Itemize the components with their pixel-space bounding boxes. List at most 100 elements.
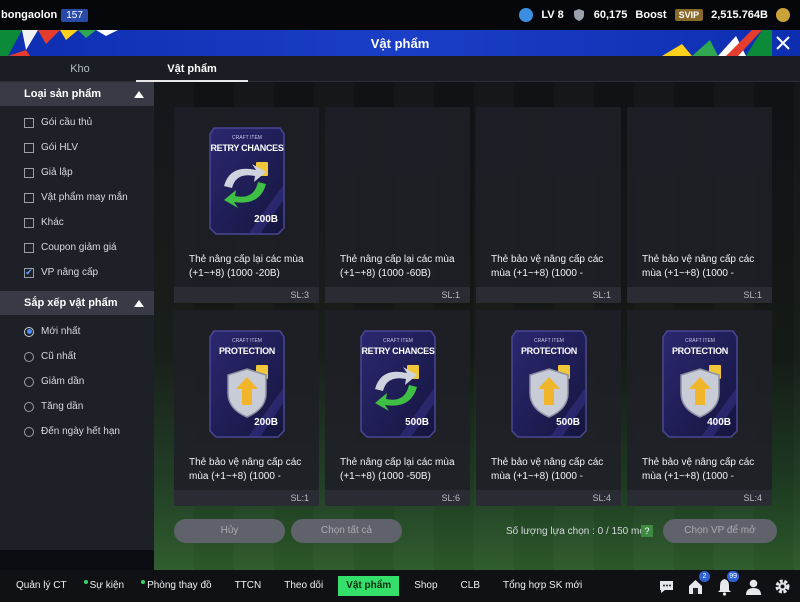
help-button[interactable]: ?: [641, 525, 653, 537]
nav-item[interactable]: Quản lý CT: [8, 576, 75, 596]
profile-icon[interactable]: [744, 577, 763, 596]
notification-dot-icon: [83, 580, 88, 584]
item-quantity: SL:1: [174, 490, 319, 506]
item-card[interactable]: Thẻ bảo vệ nâng cấp các mùa (+1~+8) (100…: [476, 107, 621, 303]
product-type-header[interactable]: Loại sản phẩm: [0, 82, 154, 106]
status-bar: bongaolon 157 LV 8 60,175 Boost SVIP 2,5…: [0, 0, 800, 30]
product-filter-item[interactable]: Vật phẩm may mắn: [0, 185, 154, 210]
item-art-subtitle: CRAFT ITEM: [383, 338, 413, 344]
item-art-subtitle: CRAFT ITEM: [685, 338, 715, 344]
item-art-subtitle: CRAFT ITEM: [232, 338, 262, 344]
nav-item-label: Sự kiện: [89, 580, 125, 591]
chat-icon[interactable]: [657, 577, 676, 596]
tab-bar: Kho Vật phẩm: [0, 56, 800, 82]
product-filter-list: Gói cầu thủ Gói HLV Giả lập Vật phẩm may mắ…: [0, 106, 154, 291]
sort-header[interactable]: Sắp xếp vật phẩm: [0, 291, 154, 315]
select-all-button[interactable]: Chọn tất cả: [291, 519, 402, 543]
nav-item[interactable]: CLB: [453, 576, 488, 596]
item-quantity: SL:4: [476, 490, 621, 506]
product-filter-item[interactable]: Gói cầu thủ: [0, 110, 154, 135]
item-art-price: 500B: [556, 417, 580, 428]
item-card[interactable]: Thẻ nâng cấp lại các mùa (+1~+8) (1000 -…: [325, 107, 470, 303]
filter-label: Vật phẩm may mắn: [41, 192, 128, 203]
checkbox-icon[interactable]: [24, 167, 34, 178]
checkbox-icon[interactable]: [24, 242, 34, 253]
nav-item[interactable]: Sự kiện: [82, 576, 133, 596]
filter-label: Gói HLV: [41, 142, 79, 153]
tab-items[interactable]: Vật phẩm: [136, 56, 248, 82]
nav-item-label: Vật phẩm: [346, 580, 392, 591]
radio-icon[interactable]: [24, 401, 34, 412]
radio-selected-icon[interactable]: [24, 326, 34, 337]
filter-label: Giả lập: [41, 167, 73, 178]
item-name: Thẻ bảo vệ nâng cấp các mùa (+1~+8) (100…: [642, 254, 755, 279]
radio-icon[interactable]: [24, 426, 34, 437]
shield-points-icon: [572, 8, 586, 22]
checkbox-icon[interactable]: [24, 217, 34, 228]
nav-item[interactable]: Shop: [406, 576, 445, 596]
cancel-button[interactable]: Hủy: [174, 519, 285, 543]
item-art-type: RETRY CHANCES: [210, 143, 284, 153]
checkbox-icon[interactable]: [24, 142, 34, 153]
product-filter-item[interactable]: Khác: [0, 210, 154, 235]
item-art-type: PROTECTION: [671, 346, 728, 356]
svip-badge: SVIP: [674, 9, 704, 21]
item-artwork: CRAFT ITEM PROTECTION 400B: [661, 327, 739, 439]
item-card[interactable]: CRAFT ITEM RETRY CHANCES 200B Thẻ nâng cấp …: [174, 107, 319, 303]
filter-sidebar: Loại sản phẩm Gói cầu thủ Gói HLV Giả lập V…: [0, 82, 154, 550]
item-name: Thẻ bảo vệ nâng cấp các mùa (+1~+8) (100…: [642, 457, 755, 482]
nav-item[interactable]: Phòng thay đồ: [139, 576, 220, 596]
sort-option-item[interactable]: Tăng dần: [0, 394, 154, 419]
item-art-price: 500B: [405, 417, 429, 428]
item-art-price: 400B: [707, 417, 731, 428]
sort-option-item[interactable]: Giảm dần: [0, 369, 154, 394]
radio-icon[interactable]: [24, 376, 34, 387]
close-icon: [776, 36, 790, 50]
radio-icon[interactable]: [24, 351, 34, 362]
product-filter-item[interactable]: Coupon giảm giá: [0, 235, 154, 260]
sort-option-item[interactable]: Mới nhất: [0, 319, 154, 344]
nav-item[interactable]: Theo dõi: [276, 576, 331, 596]
product-filter-item[interactable]: Gói HLV: [0, 135, 154, 160]
sort-option-item[interactable]: Cũ nhất: [0, 344, 154, 369]
item-art-subtitle: CRAFT ITEM: [232, 135, 262, 141]
checkbox-checked-icon[interactable]: ✔: [24, 267, 34, 278]
item-quantity: SL:1: [476, 287, 621, 303]
bottom-navigation: Quản lý CT Sự kiện Phòng thay đồ TTCN Theo d…: [0, 570, 800, 602]
close-button[interactable]: [770, 30, 796, 56]
item-card[interactable]: CRAFT ITEM RETRY CHANCES 500B Thẻ nâng cấp …: [325, 310, 470, 506]
nav-item[interactable]: Vật phẩm: [338, 576, 400, 596]
nav-item-label: Shop: [414, 580, 438, 591]
product-filter-item[interactable]: Giả lập: [0, 160, 154, 185]
checkbox-icon[interactable]: [24, 117, 34, 128]
mailbox-icon[interactable]: 2: [686, 570, 710, 596]
item-quantity: SL:1: [325, 287, 470, 303]
item-card[interactable]: Thẻ bảo vệ nâng cấp các mùa (+1~+8) (100…: [627, 107, 772, 303]
product-filter-item[interactable]: ✔ VP nâng cấp: [0, 260, 154, 285]
balance-text: 2,515.764B: [711, 9, 768, 21]
item-quantity: SL:1: [627, 287, 772, 303]
item-quantity: SL:6: [325, 490, 470, 506]
item-card[interactable]: CRAFT ITEM PROTECTION 200B Thẻ bảo vệ nâng …: [174, 310, 319, 506]
tab-storage[interactable]: Kho: [24, 56, 136, 81]
item-artwork: CRAFT ITEM PROTECTION 500B: [510, 327, 588, 439]
settings-gear-icon[interactable]: [773, 577, 792, 596]
nav-item[interactable]: Tổng hợp SK mới: [495, 576, 590, 596]
item-grid: CRAFT ITEM RETRY CHANCES 200B Thẻ nâng cấp …: [174, 107, 778, 506]
sort-option-label: Cũ nhất: [41, 351, 77, 362]
sort-option-item[interactable]: Đến ngày hết hạn: [0, 419, 154, 444]
checkbox-icon[interactable]: [24, 192, 34, 203]
bell-icon[interactable]: 99: [715, 570, 739, 596]
item-card[interactable]: CRAFT ITEM PROTECTION 400B Thẻ bảo vệ nâng …: [627, 310, 772, 506]
boost-label[interactable]: Boost: [635, 9, 666, 21]
filter-label: Gói cầu thủ: [41, 117, 93, 128]
sort-title: Sắp xếp vật phẩm: [24, 297, 118, 309]
item-card[interactable]: CRAFT ITEM PROTECTION 500B Thẻ bảo vệ nâng …: [476, 310, 621, 506]
open-items-button[interactable]: Chọn VP để mở: [663, 519, 777, 543]
collapse-triangle-icon: [134, 90, 144, 98]
user-badge: 157: [61, 8, 88, 22]
notification-dot-icon: [141, 580, 146, 584]
item-name: Thẻ nâng cấp lại các mùa (+1~+8) (1000 -…: [189, 254, 304, 279]
nav-item[interactable]: TTCN: [227, 576, 270, 596]
filter-label: VP nâng cấp: [41, 267, 99, 278]
